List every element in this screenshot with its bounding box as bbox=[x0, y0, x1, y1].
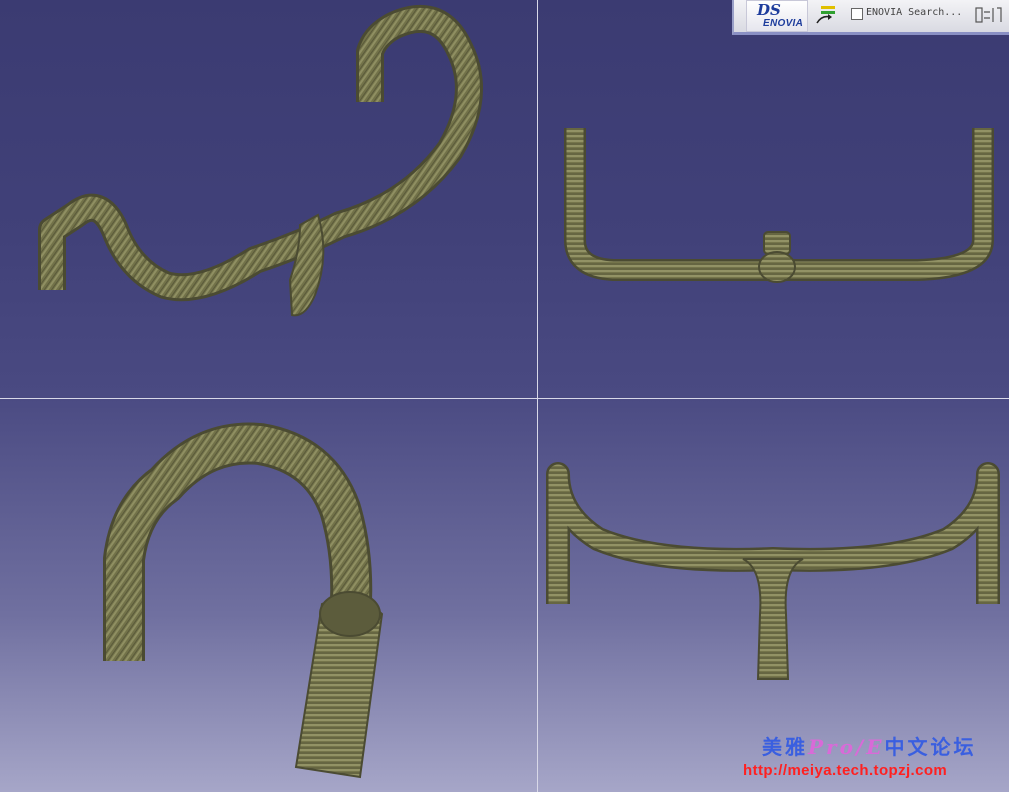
watermark-title: 美雅Pro/E中文论坛 bbox=[762, 731, 976, 760]
ds-logo-mark: DS bbox=[757, 1, 781, 19]
viewport-divider-vertical[interactable] bbox=[537, 0, 538, 792]
handlebar-model-isometric[interactable] bbox=[0, 0, 537, 398]
tool-icon[interactable] bbox=[974, 4, 1004, 26]
viewport-top[interactable] bbox=[538, 0, 1009, 398]
watermark-title-prefix: 美雅 bbox=[762, 735, 808, 759]
navigate-icon[interactable] bbox=[814, 3, 838, 27]
handlebar-model-top[interactable] bbox=[538, 0, 1009, 398]
viewport-divider-horizontal[interactable] bbox=[0, 398, 1009, 399]
enovia-logo-text: ENOVIA bbox=[763, 18, 804, 29]
watermark-title-suffix: 中文论坛 bbox=[884, 735, 977, 759]
viewport-side[interactable] bbox=[0, 399, 537, 792]
watermark-url: http://meiya.tech.topzj.com bbox=[743, 762, 948, 779]
watermark-title-pro: Pro/E bbox=[808, 735, 885, 759]
enovia-toolbar: DS ENOVIA ENOVIA Search... bbox=[732, 0, 1009, 35]
viewport-isometric[interactable] bbox=[0, 0, 537, 398]
enovia-logo-button[interactable]: DS ENOVIA bbox=[746, 0, 808, 32]
enovia-search-label[interactable]: ENOVIA Search... bbox=[866, 7, 962, 18]
enovia-search-checkbox[interactable] bbox=[851, 8, 863, 20]
handlebar-model-side[interactable] bbox=[0, 399, 537, 792]
